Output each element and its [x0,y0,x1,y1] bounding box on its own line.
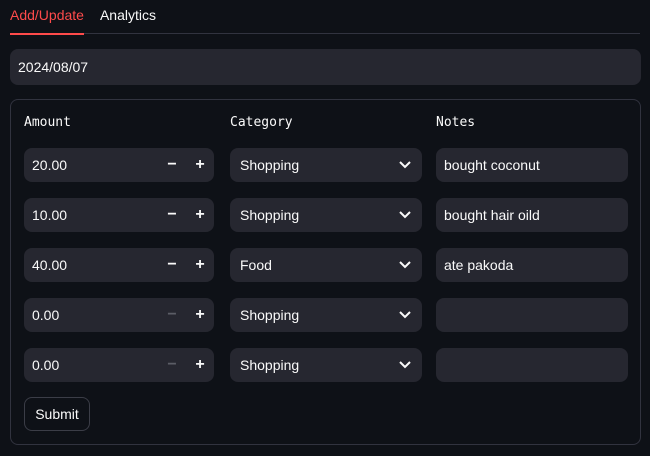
notes-column-label: Notes [436,115,476,130]
notes-input[interactable] [436,298,628,332]
category-select[interactable]: Shopping [230,348,422,382]
notes-value: bought coconut [444,157,540,173]
decrement-button[interactable]: − [158,248,186,282]
amount-input[interactable]: 20.00 − + [24,148,214,182]
amount-column-label: Amount [24,115,71,130]
increment-button[interactable]: + [186,298,214,332]
category-value: Shopping [240,157,300,173]
category-value: Shopping [240,357,300,373]
notes-input[interactable]: ate pakoda [436,248,628,282]
amount-value: 0.00 [32,357,60,373]
chevron-down-icon [388,248,422,282]
chevron-down-icon [388,148,422,182]
notes-input[interactable]: bought coconut [436,148,628,182]
notes-value: bought hair oild [444,207,540,223]
chevron-down-icon [388,198,422,232]
category-select[interactable]: Food [230,248,422,282]
increment-button[interactable]: + [186,248,214,282]
amount-input[interactable]: 40.00 − + [24,248,214,282]
chevron-down-icon [388,298,422,332]
amount-input[interactable]: 0.00 − + [24,298,214,332]
amount-value: 0.00 [32,307,60,323]
amount-value: 20.00 [32,157,68,173]
category-value: Shopping [240,207,300,223]
decrement-button[interactable]: − [158,298,186,332]
decrement-button[interactable]: − [158,148,186,182]
notes-input[interactable] [436,348,628,382]
amount-input[interactable]: 0.00 − + [24,348,214,382]
decrement-button[interactable]: − [158,348,186,382]
decrement-button[interactable]: − [158,198,186,232]
amount-value: 40.00 [32,257,68,273]
increment-button[interactable]: + [186,148,214,182]
notes-value: ate pakoda [444,257,514,273]
increment-button[interactable]: + [186,198,214,232]
notes-input[interactable]: bought hair oild [436,198,628,232]
increment-button[interactable]: + [186,348,214,382]
tab-add-update[interactable]: Add/Update [10,0,84,35]
category-select[interactable]: Shopping [230,198,422,232]
category-select[interactable]: Shopping [230,298,422,332]
amount-value: 10.00 [32,207,68,223]
date-value: 2024/08/07 [18,59,89,75]
category-value: Shopping [240,307,300,323]
category-column-label: Category [230,115,293,130]
submit-button[interactable]: Submit [24,397,90,431]
category-value: Food [240,257,272,273]
date-input[interactable]: 2024/08/07 [10,49,641,85]
amount-input[interactable]: 10.00 − + [24,198,214,232]
chevron-down-icon [388,348,422,382]
tab-bar: Add/Update Analytics [10,0,640,35]
tab-analytics[interactable]: Analytics [100,0,156,34]
category-select[interactable]: Shopping [230,148,422,182]
